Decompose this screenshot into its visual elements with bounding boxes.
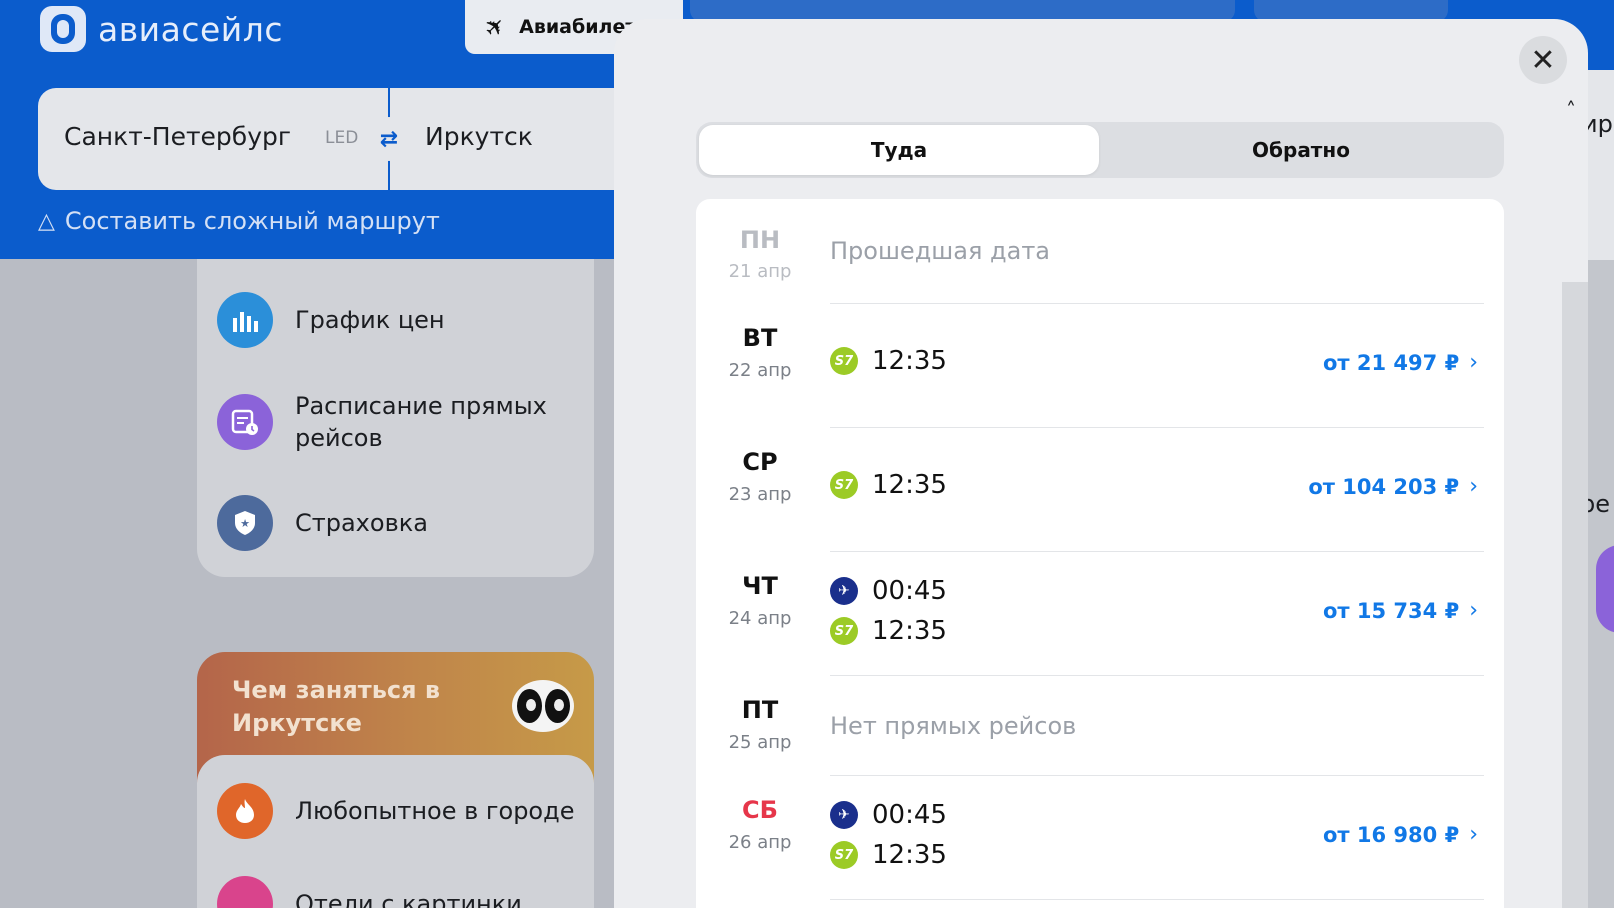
chevron-right-icon: ›: [1469, 474, 1478, 499]
row-status: Прошедшая дата: [830, 237, 1051, 265]
chevron-right-icon: ›: [1469, 822, 1478, 847]
plane-icon: ✈: [478, 9, 513, 45]
close-button[interactable]: ✕: [1519, 36, 1567, 84]
day-date: 21 апр: [728, 261, 792, 282]
promo-item-label: Любопытное в городе: [295, 797, 575, 825]
day-of-week: СР: [742, 448, 778, 476]
row-divider: [830, 899, 1484, 900]
promo-item-hotels[interactable]: Отели с картинки: [217, 876, 585, 908]
flight-item: S7 12:35: [830, 346, 947, 376]
eye-right: [544, 689, 570, 723]
schedule-row: ПН 21 апр Прошедшая дата: [696, 199, 1504, 304]
s7-airline-icon: S7: [830, 471, 858, 499]
promo-item-curious[interactable]: Любопытное в городе: [217, 783, 585, 839]
service-schedule[interactable]: Расписание прямых рейсов: [217, 390, 585, 454]
schedule-icon: [217, 394, 273, 450]
hotel-icon: [217, 876, 273, 908]
service-label: Расписание прямых рейсов: [295, 392, 547, 452]
s7-airline-icon: S7: [830, 347, 858, 375]
price-link[interactable]: от 104 203 ₽ ›: [1308, 474, 1478, 499]
service-label: Страховка: [295, 509, 428, 537]
right-edge-button[interactable]: [1596, 545, 1614, 633]
complex-route-label: Составить сложный маршрут: [64, 207, 440, 235]
direction-tabs: Туда Обратно: [696, 122, 1504, 178]
day-of-week: ПН: [739, 226, 781, 254]
day-date: 26 апр: [728, 832, 792, 853]
origin-field[interactable]: Санкт-Петербург: [64, 122, 291, 151]
origin-code: LED: [325, 128, 359, 148]
day-of-week: ПТ: [741, 696, 779, 724]
price-link[interactable]: от 21 497 ₽ ›: [1323, 350, 1478, 375]
right-edge-card: [1585, 70, 1614, 260]
day-of-week: ЧТ: [742, 572, 778, 600]
chevron-right-icon: ›: [1469, 598, 1478, 623]
day-of-week: СБ: [742, 796, 778, 824]
service-insurance[interactable]: ★ Страховка: [217, 495, 585, 551]
flight-item: S7 12:35: [830, 616, 947, 646]
eye-left: [516, 689, 542, 723]
bar-chart-icon: [217, 292, 273, 348]
day-date: 24 апр: [728, 608, 792, 629]
flight-item: ✈ 00:45: [830, 800, 947, 830]
angara-airline-icon: ✈: [830, 801, 858, 829]
service-label: График цен: [295, 306, 445, 334]
price-value: от 15 734 ₽: [1322, 598, 1460, 623]
modal-scrollbar[interactable]: [1562, 282, 1588, 908]
price-value: от 16 980 ₽: [1322, 822, 1460, 847]
complex-route-link[interactable]: △ Составить сложный маршрут: [38, 207, 440, 235]
price-value: от 21 497 ₽: [1322, 350, 1460, 375]
route-icon: △: [38, 208, 55, 234]
schedule-row[interactable]: ЧТ 24 апр ✈ 00:45 S7 12:35 от 15 734 ₽ ›: [696, 552, 1504, 676]
logo-text: авиасейлс: [98, 9, 283, 49]
flight-time: 12:35: [872, 616, 947, 646]
row-status: Нет прямых рейсов: [830, 712, 1077, 740]
logo-icon: [40, 6, 86, 52]
flight-time: 00:45: [872, 800, 947, 830]
flight-time: 12:35: [872, 470, 947, 500]
logo[interactable]: авиасейлс: [40, 6, 283, 52]
service-price-chart[interactable]: График цен: [217, 292, 585, 348]
price-value: от 104 203 ₽: [1308, 474, 1460, 499]
tab-return[interactable]: Обратно: [1101, 125, 1501, 175]
flight-item: S7 12:35: [830, 470, 947, 500]
price-link[interactable]: от 16 980 ₽ ›: [1323, 822, 1478, 847]
day-date: 22 апр: [728, 360, 792, 381]
shield-icon: ★: [217, 495, 273, 551]
swap-icon: ⇄: [379, 126, 399, 152]
s7-airline-icon: S7: [830, 841, 858, 869]
s7-airline-icon: S7: [830, 617, 858, 645]
tab-outbound[interactable]: Туда: [699, 125, 1099, 175]
chevron-right-icon: ›: [1469, 350, 1478, 375]
price-link[interactable]: от 15 734 ₽ ›: [1323, 598, 1478, 623]
svg-text:★: ★: [240, 517, 250, 530]
flight-time: 12:35: [872, 346, 947, 376]
schedule-modal: ✕ Туда Обратно ПН 21 апр Прошедшая дата …: [614, 19, 1588, 908]
schedule-row[interactable]: ВТ 22 апр S7 12:35 от 21 497 ₽ ›: [696, 304, 1504, 428]
day-of-week: ВТ: [742, 324, 778, 352]
fire-icon: [217, 783, 273, 839]
schedule-list: ПН 21 апр Прошедшая дата ВТ 22 апр S7 12…: [696, 199, 1504, 908]
eyes-icon: [512, 680, 574, 732]
flight-item: ✈ 00:45: [830, 576, 947, 606]
promo-item-label: Отели с картинки: [295, 890, 522, 908]
schedule-row[interactable]: СР 23 апр S7 12:35 от 104 203 ₽ ›: [696, 428, 1504, 552]
day-date: 25 апр: [728, 732, 792, 753]
destination-field[interactable]: Иркутск: [425, 122, 533, 151]
angara-airline-icon: ✈: [830, 577, 858, 605]
flight-item: S7 12:35: [830, 840, 947, 870]
schedule-row[interactable]: СБ 26 апр ✈ 00:45 S7 12:35 от 16 980 ₽ ›: [696, 776, 1504, 900]
close-icon: ✕: [1530, 42, 1556, 78]
promo-title: Чем заняться в Иркутске: [232, 676, 441, 737]
chevron-up-icon[interactable]: ˄: [1566, 98, 1576, 122]
swap-button[interactable]: ⇄: [367, 117, 411, 161]
flight-time: 12:35: [872, 840, 947, 870]
day-date: 23 апр: [728, 484, 792, 505]
schedule-row: ПТ 25 апр Нет прямых рейсов: [696, 676, 1504, 776]
flight-time: 00:45: [872, 576, 947, 606]
